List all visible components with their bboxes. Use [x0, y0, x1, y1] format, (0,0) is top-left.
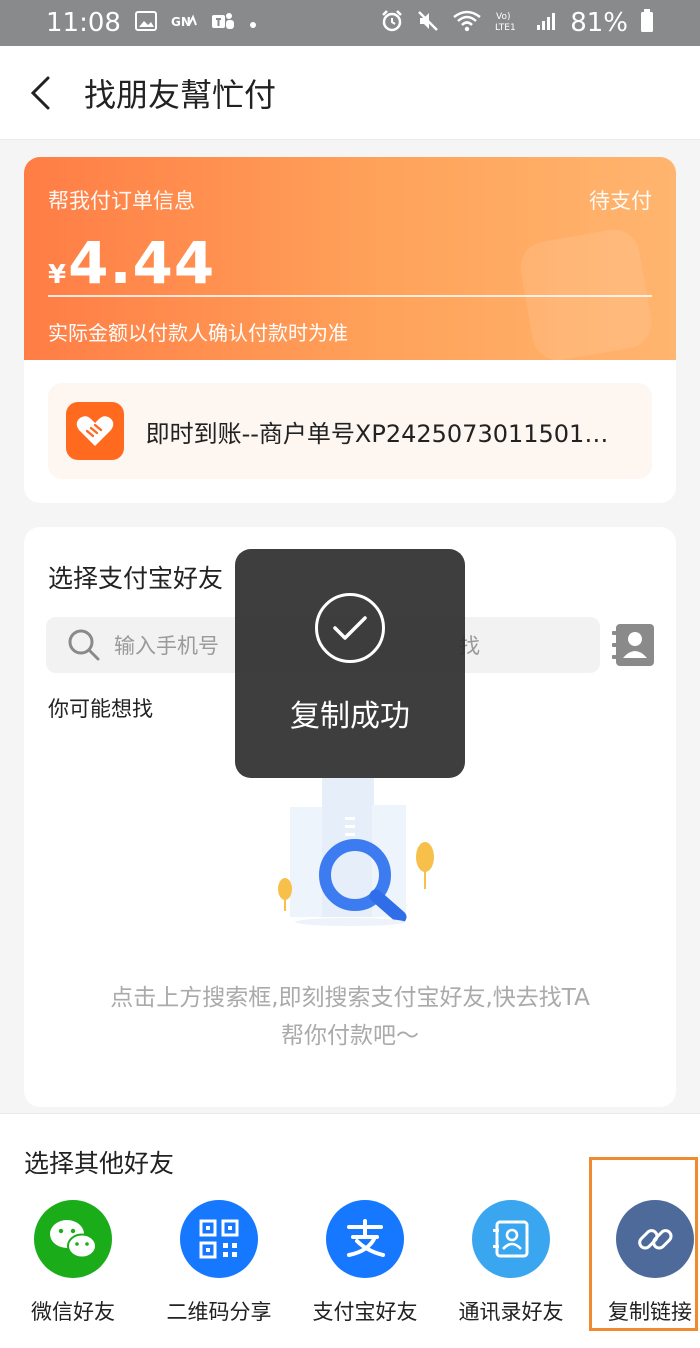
share-contacts[interactable]: 通讯录好友 [438, 1200, 584, 1340]
empty-search-illustration [278, 777, 434, 926]
empty-hint: 点击上方搜索框,即刻搜索支付宝好友,快去找TA 帮你付款吧～ [50, 979, 650, 1055]
handshake-icon [66, 402, 124, 460]
teams-icon [211, 10, 235, 37]
highlight-box [589, 1157, 698, 1331]
contact-book-button[interactable] [612, 621, 656, 669]
order-status: 待支付 [589, 189, 652, 213]
select-alipay-friend-title: 选择支付宝好友 [48, 564, 224, 593]
amount-note: 实际金额以付款人确认付款时为准 [48, 321, 348, 345]
checkmark-icon [315, 593, 385, 663]
nav-bar: 找朋友幫忙付 [0, 46, 700, 140]
dot-icon [249, 12, 257, 34]
alipay-icon [326, 1200, 404, 1278]
signal-icon [536, 10, 558, 37]
order-amount: ¥ 4.44 [48, 229, 215, 297]
status-bar: 11:08 GN Vo) LTE1 81% [0, 0, 700, 46]
share-wechat[interactable]: 微信好友 [0, 1200, 146, 1340]
gallery-icon [134, 10, 157, 36]
contacts-icon [472, 1200, 550, 1278]
svg-text:GN: GN [171, 15, 191, 29]
share-alipay[interactable]: 支付宝好友 [292, 1200, 438, 1340]
battery-percent: 81% [570, 8, 628, 38]
back-button[interactable] [6, 46, 76, 140]
amount-value: 4.44 [68, 229, 216, 297]
qrcode-icon [180, 1200, 258, 1278]
select-other-friends-title: 选择其他好友 [24, 1149, 175, 1178]
alarm-icon [380, 9, 404, 38]
network-icon: GN [171, 12, 197, 34]
share-label: 通讯录好友 [458, 1300, 564, 1324]
maybe-looking-for-label: 你可能想找 [48, 697, 153, 721]
order-card: 帮我付订单信息 待支付 ¥ 4.44 实际金额以付款人确认付款时为准 即时到账-… [24, 157, 676, 503]
search-placeholder: 输入手机号 [114, 634, 219, 658]
mute-icon [416, 9, 440, 38]
svg-text:Vo): Vo) [496, 12, 510, 22]
order-header: 帮我付订单信息 待支付 ¥ 4.44 实际金额以付款人确认付款时为准 [24, 157, 676, 365]
empty-hint-line-1: 点击上方搜索框,即刻搜索支付宝好友,快去找TA [110, 985, 590, 1011]
page-title: 找朋友幫忙付 [84, 75, 277, 114]
amount-divider [48, 295, 652, 297]
empty-hint-line-2: 帮你付款吧～ [281, 1023, 419, 1049]
status-right: Vo) LTE1 81% [380, 8, 654, 38]
order-info-label: 帮我付订单信息 [48, 189, 195, 213]
merchant-row: 即时到账--商户单号XP2425073011501… [48, 383, 652, 479]
currency-symbol: ¥ [48, 260, 67, 290]
wechat-icon [34, 1200, 112, 1278]
toast-text: 复制成功 [290, 699, 410, 734]
share-label: 支付宝好友 [312, 1300, 418, 1324]
share-label: 微信好友 [31, 1300, 115, 1324]
search-icon [68, 629, 100, 661]
svg-text:LTE1: LTE1 [495, 23, 516, 33]
share-qrcode[interactable]: 二维码分享 [146, 1200, 292, 1340]
contact-book-icon [612, 624, 654, 666]
share-label: 二维码分享 [166, 1300, 272, 1324]
battery-icon [640, 8, 654, 38]
copy-success-toast: 复制成功 [235, 549, 465, 778]
clock: 11:08 [46, 8, 121, 38]
merchant-order-text: 即时到账--商户单号XP2425073011501… [145, 419, 609, 448]
lte-icon: Vo) LTE1 [494, 9, 524, 38]
chevron-left-icon [30, 76, 50, 109]
status-left: 11:08 GN [46, 8, 257, 38]
wifi-icon [452, 9, 482, 38]
